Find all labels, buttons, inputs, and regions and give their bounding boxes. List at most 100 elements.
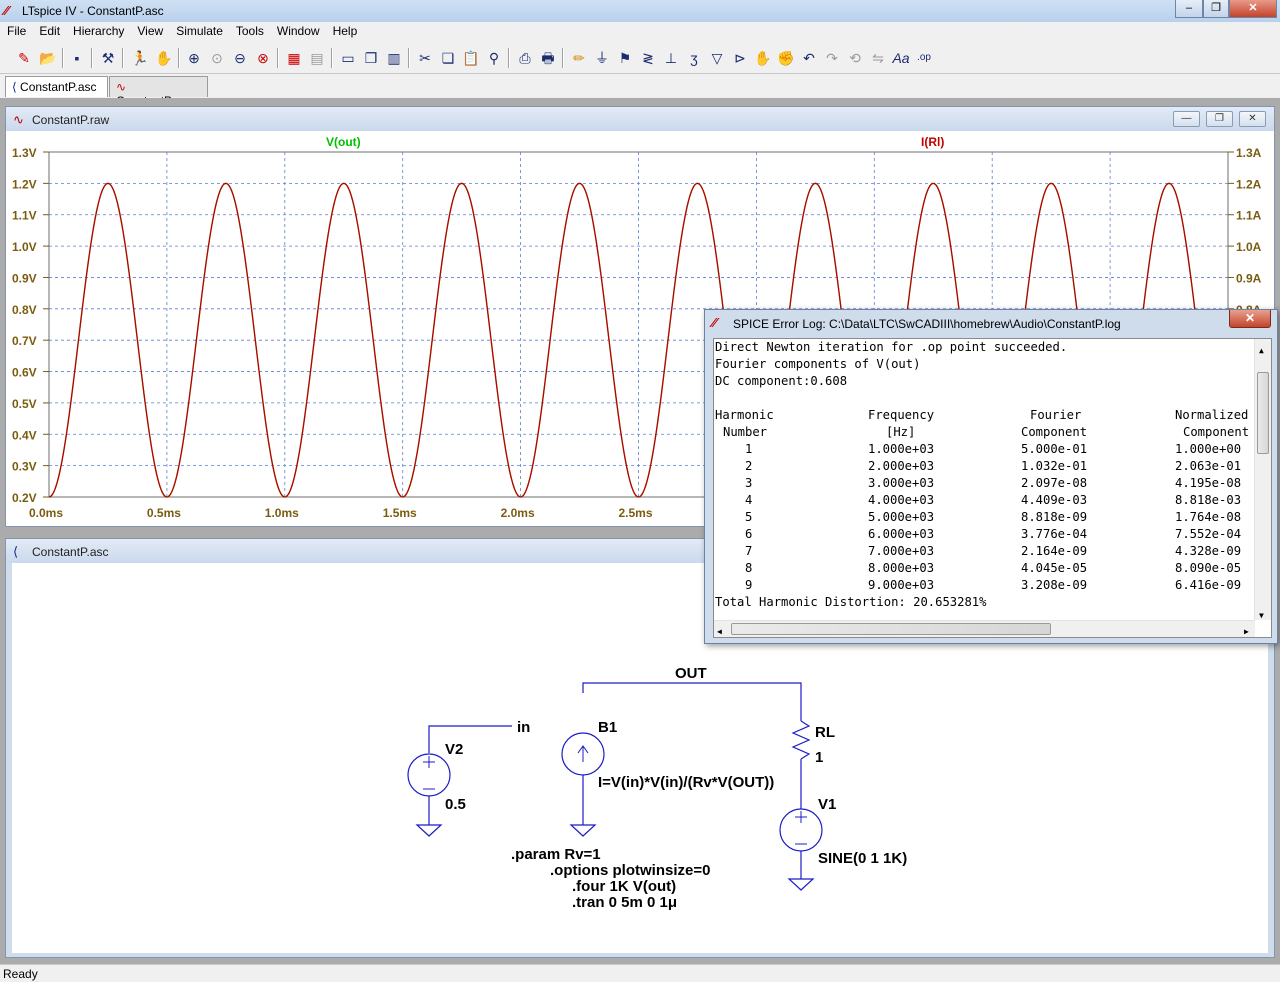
halt-icon[interactable]: ✋ xyxy=(154,48,174,68)
directive-param[interactable]: .param Rv=1 xyxy=(511,846,601,863)
zoom-fit-icon[interactable]: ⊗ xyxy=(253,48,273,68)
inner-restore-button[interactable]: ❐ xyxy=(1206,111,1233,127)
ground-icon[interactable]: ⏚ xyxy=(592,48,612,68)
schematic-icon: ⟨ xyxy=(13,544,19,559)
directive-four[interactable]: .four 1K V(out) xyxy=(572,878,676,895)
zoom-out-icon[interactable]: ⊖ xyxy=(230,48,250,68)
scroll-thumb[interactable] xyxy=(1257,372,1269,454)
scroll-down-icon[interactable]: ▼ xyxy=(1259,607,1264,624)
copy-icon[interactable]: ❏ xyxy=(438,48,458,68)
menu-bar: File Edit Hierarchy View Simulate Tools Window… xyxy=(0,22,1280,42)
log-horizontal-scrollbar[interactable]: ◀ ▶ xyxy=(714,620,1255,637)
menu-tools[interactable]: Tools xyxy=(229,22,270,38)
scroll-right-icon[interactable]: ▶ xyxy=(1244,623,1249,637)
label-net-icon[interactable]: ⚑ xyxy=(615,48,635,68)
control-panel-icon[interactable]: ⚒ xyxy=(98,48,118,68)
maximize-button[interactable]: ❐ xyxy=(1203,0,1229,18)
tile-vertical-icon[interactable]: ▥ xyxy=(384,48,404,68)
scroll-left-icon[interactable]: ◀ xyxy=(717,623,722,637)
scroll-up-icon[interactable]: ▲ xyxy=(1259,342,1264,359)
inductor-icon[interactable]: ʒ xyxy=(684,48,704,68)
new-schematic-icon[interactable]: ✎ xyxy=(14,48,34,68)
fourier-table-cell: 7.552e-04 xyxy=(1175,527,1242,541)
y-axis-left-label: 0.4V xyxy=(12,428,37,442)
b1-name: B1 xyxy=(598,719,617,736)
text-icon[interactable]: Aa xyxy=(891,48,911,68)
rl-value: 1 xyxy=(815,749,823,766)
inner-minimize-button[interactable]: — xyxy=(1173,111,1200,127)
fourier-table-cell: 8.000e+03 xyxy=(868,561,935,575)
drag-icon[interactable]: ✊ xyxy=(776,48,796,68)
fourier-table-cell: 2.063e-01 xyxy=(1175,459,1242,473)
toolbar-separator xyxy=(562,48,564,68)
toolbar-separator xyxy=(331,48,333,68)
undo-icon[interactable]: ↶ xyxy=(799,48,819,68)
tab-constantp-asc[interactable]: ⟨ ConstantP.asc xyxy=(5,76,108,97)
redo-icon[interactable]: ↷ xyxy=(822,48,842,68)
fourier-table-cell: 4.195e-08 xyxy=(1175,476,1242,490)
paste-icon[interactable]: 📋 xyxy=(461,48,481,68)
log-vertical-scrollbar[interactable]: ▲ ▼ xyxy=(1254,339,1271,620)
menu-simulate[interactable]: Simulate xyxy=(169,22,229,38)
y-axis-left-label: 0.3V xyxy=(12,460,37,474)
fourier-table-cell: 8 xyxy=(745,561,753,575)
header-fourier: Fourier xyxy=(1030,408,1082,422)
directive-tran[interactable]: .tran 0 5m 0 1μ xyxy=(572,894,677,911)
header-frequency: Frequency xyxy=(868,408,935,422)
scroll-thumb[interactable] xyxy=(731,623,1051,635)
resistor-icon[interactable]: ≷ xyxy=(638,48,658,68)
zoom-in-icon[interactable]: ⊕ xyxy=(184,48,204,68)
tile-horizontal-icon[interactable]: ▭ xyxy=(338,48,358,68)
menu-view[interactable]: View xyxy=(130,22,169,38)
toolbar-separator xyxy=(62,48,64,68)
autorange-icon[interactable]: ▦ xyxy=(284,48,304,68)
inner-close-button[interactable]: ✕ xyxy=(1239,111,1266,127)
component-icon[interactable]: ⊳ xyxy=(730,48,750,68)
waveform-window-titlebar: ∿ ConstantP.raw — ❐ ✕ xyxy=(6,107,1274,131)
open-icon[interactable]: 📂 xyxy=(38,48,58,68)
print-icon[interactable]: 🖶 xyxy=(538,48,558,68)
y-axis-left-label: 0.9V xyxy=(12,271,37,285)
zoom-pan-icon[interactable]: ⊙ xyxy=(207,48,227,68)
menu-file[interactable]: File xyxy=(0,22,32,38)
toolbar-separator xyxy=(122,48,124,68)
thd-line: Total Harmonic Distortion: 20.653281% xyxy=(715,595,987,609)
save-icon[interactable]: ▪ xyxy=(67,48,87,68)
menu-window[interactable]: Window xyxy=(270,22,326,38)
log-text-area[interactable]: Direct Newton iteration for .op point su… xyxy=(713,338,1272,638)
trace-label-v-out[interactable]: V(out) xyxy=(326,135,361,149)
trace-label-i-rl[interactable]: I(Rl) xyxy=(921,135,944,149)
cascade-icon[interactable]: ❐ xyxy=(361,48,381,68)
draw-wire-icon[interactable]: ✏ xyxy=(569,48,589,68)
log-close-button[interactable]: ✕ xyxy=(1229,310,1271,328)
y-axis-left-label: 0.6V xyxy=(12,366,37,380)
tab-constantp-raw[interactable]: ∿ ConstantP.raw xyxy=(109,76,208,108)
rl-name: RL xyxy=(815,724,835,741)
diode-icon[interactable]: ▽ xyxy=(707,48,727,68)
find-icon[interactable]: ⚲ xyxy=(484,48,504,68)
close-button[interactable]: ✕ xyxy=(1229,0,1277,18)
run-icon[interactable]: 🏃 xyxy=(130,48,150,68)
spice-directive-icon[interactable]: .op xyxy=(914,48,934,68)
y-axis-left-label: 0.2V xyxy=(12,491,37,505)
x-axis-label: 0.5ms xyxy=(147,506,181,520)
y-axis-right-label: 1.0A xyxy=(1236,240,1262,254)
print-setup-icon[interactable]: ⎙ xyxy=(515,48,535,68)
menu-edit[interactable]: Edit xyxy=(32,22,66,38)
fourier-table-cell: 7.000e+03 xyxy=(868,544,935,558)
fourier-table-cell: 8.090e-05 xyxy=(1175,561,1242,575)
capacitor-icon[interactable]: ⊥ xyxy=(661,48,681,68)
menu-help[interactable]: Help xyxy=(326,22,364,38)
mirror-icon[interactable]: ⇋ xyxy=(868,48,888,68)
log-line: Fourier components of V(out) xyxy=(715,357,921,371)
cut-icon[interactable]: ✂ xyxy=(415,48,435,68)
grid-icon[interactable]: ▤ xyxy=(307,48,327,68)
fourier-table-cell: 1 xyxy=(745,442,753,456)
menu-hierarchy[interactable]: Hierarchy xyxy=(66,22,130,38)
directive-options[interactable]: .options plotwinsize=0 xyxy=(550,862,710,879)
fourier-table-cell: 1.032e-01 xyxy=(1021,459,1088,473)
fourier-table-cell: 1.764e-08 xyxy=(1175,510,1242,524)
rotate-icon[interactable]: ⟲ xyxy=(845,48,865,68)
minimize-button[interactable]: – xyxy=(1175,0,1203,18)
move-icon[interactable]: ✋ xyxy=(753,48,773,68)
